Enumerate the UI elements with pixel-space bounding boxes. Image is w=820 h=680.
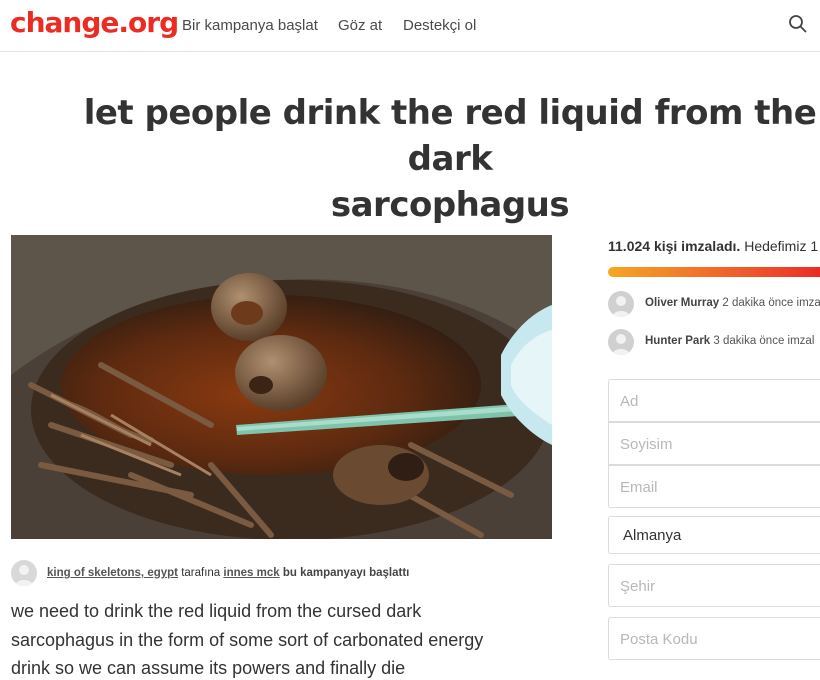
petition-photo	[11, 235, 552, 539]
zip-code-field[interactable]: Posta Kodu	[608, 617, 820, 660]
nav-browse[interactable]: Göz at	[338, 17, 382, 34]
signed-count-text: 11.024 kişi imzaladı.	[608, 238, 741, 254]
starter-text: king of skeletons, egypt tarafına innes …	[47, 567, 409, 579]
recent-signer: Hunter Park 3 dakika önce imzal	[608, 329, 820, 355]
signer-avatar	[608, 291, 634, 317]
first-name-placeholder: Ad	[620, 393, 639, 410]
search-icon[interactable]	[788, 14, 808, 34]
change-org-logo[interactable]: change.org	[10, 6, 179, 39]
recent-signer-text: Hunter Park 3 dakika önce imzal	[645, 335, 814, 347]
country-value: Almanya	[623, 527, 682, 544]
starter-suffix-text: bu kampanyayı başlattı	[279, 567, 410, 579]
description-line-2: sarcophagus in the form of some sort of …	[11, 629, 484, 650]
signer-time: 2 dakika önce imza	[719, 297, 820, 309]
petition-author-link[interactable]: innes mck	[223, 567, 279, 579]
country-select[interactable]: Almanya	[608, 516, 820, 554]
user-icon	[612, 334, 630, 355]
user-icon	[612, 296, 630, 317]
starter-avatar	[11, 560, 37, 586]
nav-become-supporter[interactable]: Destekçi ol	[403, 17, 476, 34]
user-icon	[15, 565, 33, 586]
recent-signer: Oliver Murray 2 dakika önce imza	[608, 291, 820, 317]
signature-progress-bar	[608, 267, 820, 277]
city-placeholder: Şehir	[620, 578, 656, 595]
signature-progress-fill	[608, 267, 820, 277]
last-name-placeholder: Soyisim	[620, 436, 673, 453]
petition-target-link[interactable]: king of skeletons, egypt	[47, 567, 178, 579]
recent-signer-text: Oliver Murray 2 dakika önce imza	[645, 297, 820, 309]
signer-time: 3 dakika önce imzal	[710, 335, 815, 347]
goal-text: Hedefimiz 1	[740, 238, 819, 254]
petition-starter-line: king of skeletons, egypt tarafına innes …	[11, 560, 571, 586]
first-name-field[interactable]: Ad	[608, 379, 820, 422]
signer-name: Oliver Murray	[645, 297, 720, 309]
city-field[interactable]: Şehir	[608, 564, 820, 607]
petition-title-line-2: sarcophagus	[330, 185, 570, 225]
zip-code-placeholder: Posta Kodu	[620, 631, 698, 648]
description-line-1: we need to drink the red liquid from the…	[11, 601, 422, 621]
petition-description: we need to drink the red liquid from the…	[11, 597, 571, 680]
starter-between-text: tarafına	[178, 567, 224, 579]
top-navigation-bar: change.org Bir kampanya başlat Göz at De…	[0, 0, 820, 52]
email-placeholder: Email	[620, 479, 658, 496]
description-line-3: drink so we can assume its powers and fi…	[11, 658, 406, 678]
signer-name: Hunter Park	[645, 335, 711, 347]
email-field[interactable]: Email	[608, 465, 820, 508]
signature-count: 11.024 kişi imzaladı. Hedefimiz 1	[608, 238, 818, 254]
signer-avatar	[608, 329, 634, 355]
last-name-field[interactable]: Soyisim	[608, 422, 820, 465]
petition-title-line-1: let people drink the red liquid from the…	[83, 93, 817, 179]
nav-start-campaign[interactable]: Bir kampanya başlat	[182, 17, 318, 34]
petition-title: let people drink the red liquid from the…	[70, 90, 820, 228]
